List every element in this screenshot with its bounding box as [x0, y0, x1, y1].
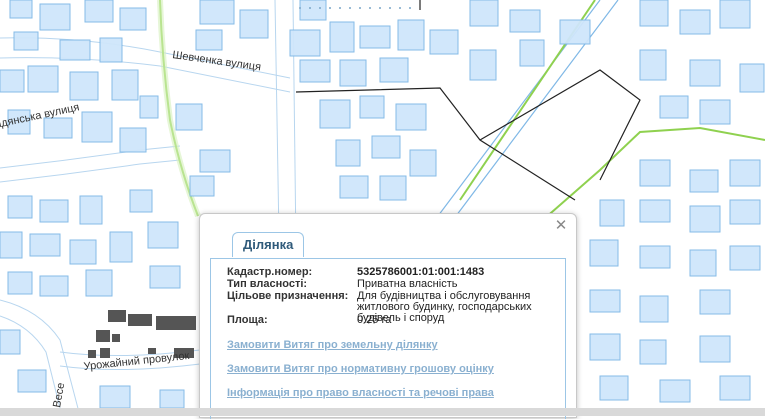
- field-label: Цільове призначення:: [227, 290, 349, 302]
- parcel-info-popup: ✕ Ділянка Кадастр.номер: 5325786001:01:0…: [199, 213, 577, 419]
- field-value: Приватна власність: [357, 278, 458, 290]
- order-land-extract-link[interactable]: Замовити Витяг про земельну ділянку: [227, 339, 438, 351]
- order-valuation-extract-link[interactable]: Замовити Витяг про нормативну грошову оц…: [227, 363, 494, 375]
- tab-panel: Кадастр.номер: 5325786001:01:001:1483 Ти…: [210, 258, 566, 419]
- close-popup-button[interactable]: ✕: [554, 216, 568, 234]
- close-icon: ✕: [554, 216, 568, 234]
- tab-parcel[interactable]: Ділянка: [232, 232, 305, 257]
- field-label: Тип власності:: [227, 278, 308, 290]
- horizontal-scrollbar[interactable]: [0, 408, 765, 416]
- field-value: 0.25 га: [357, 314, 392, 326]
- field-label: Площа:: [227, 314, 268, 326]
- field-value: 5325786001:01:001:1483: [357, 266, 485, 278]
- field-label: Кадастр.номер:: [227, 266, 313, 278]
- ownership-info-link[interactable]: Інформація про право власності та речові…: [227, 387, 494, 399]
